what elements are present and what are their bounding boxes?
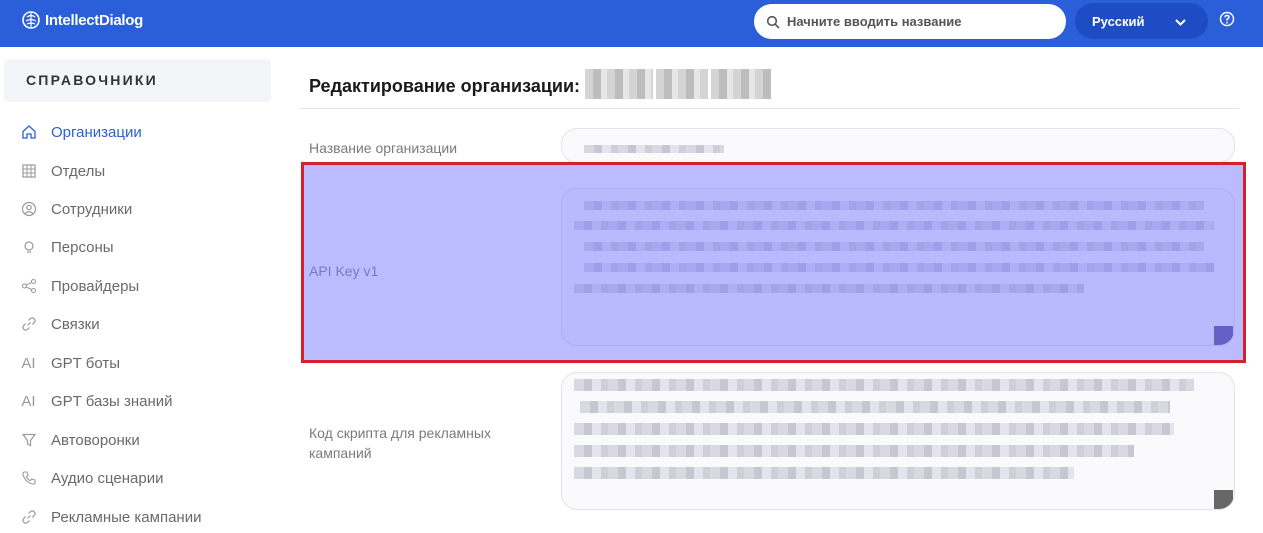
language-select[interactable]: Русский bbox=[1075, 3, 1208, 39]
grid-icon bbox=[20, 163, 37, 180]
brain-logo-icon bbox=[22, 11, 40, 29]
sidebar-item-providers[interactable]: Провайдеры bbox=[20, 274, 139, 298]
link-icon bbox=[20, 316, 37, 333]
ai-icon: AI bbox=[21, 354, 36, 372]
language-label: Русский bbox=[1092, 13, 1145, 29]
title-divider bbox=[301, 108, 1239, 109]
sidebar-item-audio-scenarios[interactable]: Аудио сценарии bbox=[20, 466, 163, 490]
sidebar-item-label: Провайдеры bbox=[51, 277, 140, 295]
person-icon bbox=[20, 239, 37, 256]
phone-icon bbox=[20, 470, 37, 487]
sidebar-item-links[interactable]: Связки bbox=[20, 312, 100, 336]
sidebar-item-employees[interactable]: Сотрудники bbox=[20, 197, 132, 221]
sidebar-item-departments[interactable]: Отделы bbox=[20, 159, 105, 183]
page-title: Редактирование организации: bbox=[309, 76, 581, 96]
redacted-organization-name bbox=[585, 69, 771, 99]
sidebar-heading: СПРАВОЧНИКИ bbox=[4, 59, 271, 102]
sidebar-item-autofunnels[interactable]: Автоворонки bbox=[20, 428, 140, 452]
search-input[interactable] bbox=[787, 14, 1027, 29]
sidebar-item-label: Отделы bbox=[51, 162, 106, 180]
sidebar-item-label: Связки bbox=[51, 315, 100, 333]
sidebar-item-label: Автоворонки bbox=[51, 431, 140, 449]
search-icon bbox=[766, 15, 780, 29]
user-circle-icon bbox=[20, 201, 37, 218]
resize-handle-icon[interactable] bbox=[1214, 490, 1233, 509]
highlight-overlay bbox=[301, 162, 1246, 363]
sidebar-item-label: Сотрудники bbox=[51, 200, 133, 218]
sidebar-item-label: Аудио сценарии bbox=[51, 469, 164, 487]
sidebar-item-organizations[interactable]: Организации bbox=[20, 120, 142, 144]
organization-name-input[interactable] bbox=[561, 128, 1235, 163]
sidebar-item-label: Рекламные кампании bbox=[51, 508, 202, 526]
app-logo[interactable]: IntellectDialog bbox=[21, 10, 143, 30]
chevron-down-icon bbox=[1175, 19, 1186, 26]
sidebar-item-label: GPT боты bbox=[51, 354, 120, 372]
funnel-icon bbox=[20, 432, 37, 449]
share-icon bbox=[20, 278, 37, 295]
search-box[interactable] bbox=[754, 4, 1066, 39]
field-label-organization-name: Название организации bbox=[309, 140, 458, 156]
sidebar-item-ad-campaigns[interactable]: Рекламные кампании bbox=[20, 505, 201, 529]
home-icon bbox=[20, 124, 37, 141]
link-icon bbox=[20, 509, 37, 526]
ad-script-textarea[interactable] bbox=[561, 372, 1235, 510]
help-icon[interactable] bbox=[1219, 11, 1235, 27]
ai-icon: AI bbox=[21, 392, 36, 410]
top-bar: IntellectDialog Русский bbox=[0, 0, 1263, 47]
sidebar-item-gpt-bots[interactable]: AI GPT боты bbox=[20, 351, 120, 375]
logo-text: IntellectDialog bbox=[45, 11, 144, 29]
sidebar-item-gpt-knowledge-bases[interactable]: AI GPT базы знаний bbox=[20, 389, 173, 413]
sidebar-item-persons[interactable]: Персоны bbox=[20, 235, 114, 259]
sidebar: СПРАВОЧНИКИ Организации Отделы Сотрудник… bbox=[0, 47, 285, 533]
sidebar-item-label: Организации bbox=[51, 123, 142, 141]
sidebar-item-label: GPT базы знаний bbox=[51, 392, 173, 410]
sidebar-item-label: Персоны bbox=[51, 238, 114, 256]
field-label-ad-script: Код скрипта для рекламных кампаний bbox=[309, 425, 491, 461]
